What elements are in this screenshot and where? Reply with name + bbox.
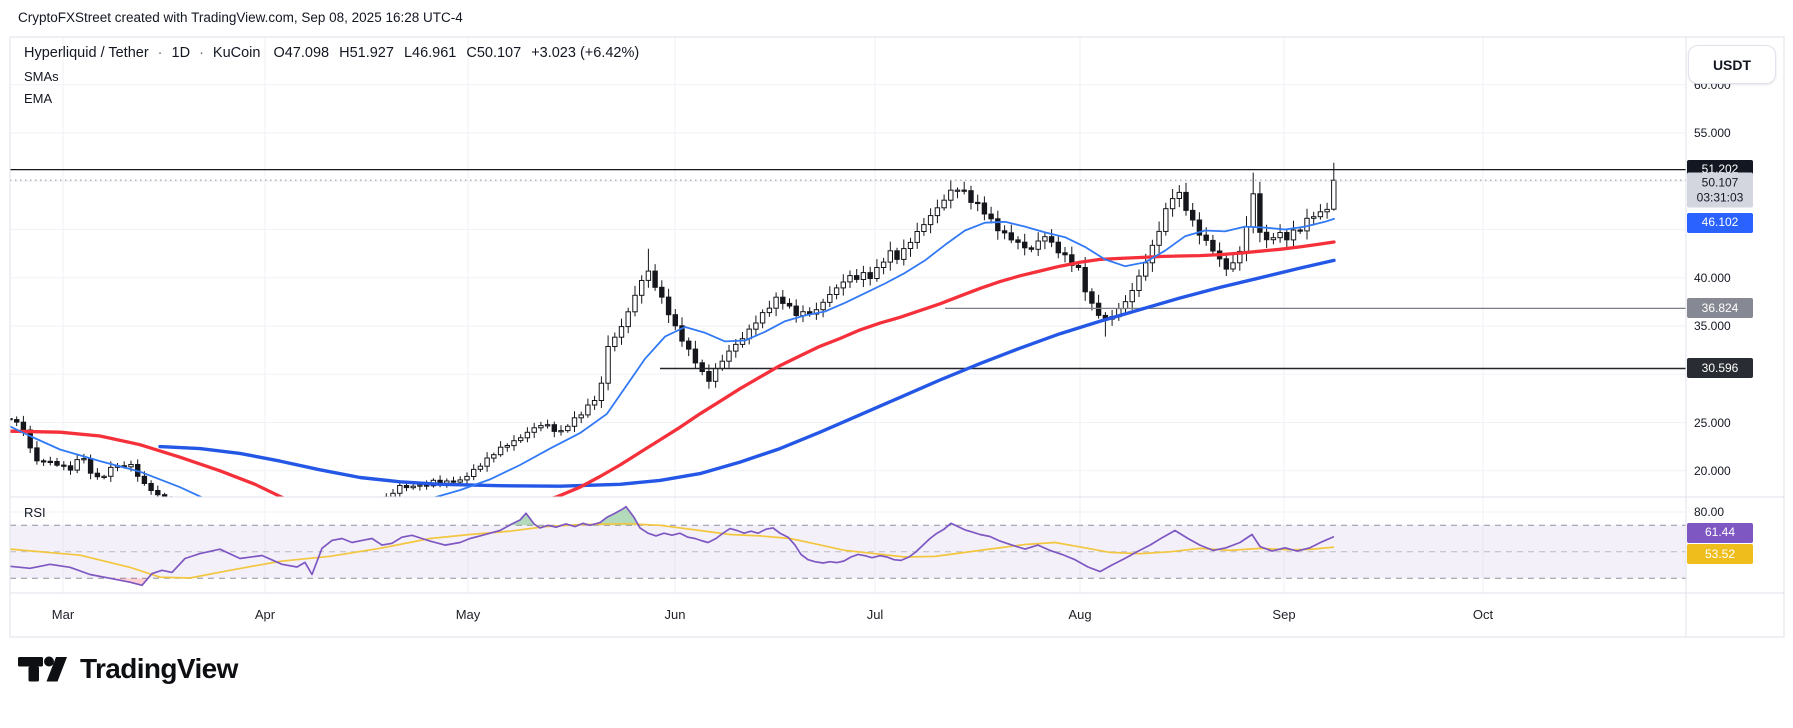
indicator-ema-label[interactable]: EMA (24, 92, 639, 105)
price-axis-label-55.000: 55.000 (1694, 126, 1731, 140)
separator-dot: · (199, 45, 204, 61)
rsi-axis-label-80.00: 80.00 (1694, 505, 1725, 519)
rsi-pane-title[interactable]: RSI (24, 505, 46, 520)
high-value: H51.927 (339, 45, 394, 61)
time-axis-label-Oct: Oct (1472, 607, 1494, 622)
price-chip-36.824: 36.824 (1687, 298, 1753, 319)
chart-legend: Hyperliquid / Tether · 1D · KuCoin O47.0… (24, 46, 639, 105)
price-chip-50.107: 50.107 03:31:03 (1687, 172, 1753, 208)
rsi-chip-53.52: 53.52 (1687, 544, 1753, 565)
tradingview-snapshot-page: CryptoFXStreet created with TradingView.… (0, 0, 1793, 728)
price-axis-label-40.000: 40.000 (1694, 270, 1731, 285)
time-axis-label-Jun: Jun (664, 607, 686, 622)
rsi-chip-61.44: 61.44 (1687, 522, 1753, 543)
close-value: C50.107 (466, 45, 522, 61)
time-axis-label-Sep: Sep (1272, 607, 1296, 622)
time-axis-label-Aug: Aug (1068, 607, 1092, 622)
interval-label[interactable]: 1D (172, 46, 191, 61)
price-axis-label-25.000: 25.000 (1694, 415, 1731, 430)
tradingview-logo[interactable]: TradingView (18, 653, 238, 685)
price-axis-label-20.000: 20.000 (1694, 463, 1731, 478)
change-value: +3.023 (+6.42%) (531, 45, 640, 61)
separator-dot: · (157, 45, 163, 61)
exchange-label[interactable]: KuCoin (213, 46, 261, 61)
time-axis-label-Jul: Jul (866, 607, 884, 622)
price-chip-46.102: 46.102 (1687, 212, 1753, 233)
tradingview-logo-text: TradingView (80, 653, 238, 684)
symbol-row[interactable]: Hyperliquid / Tether · 1D · KuCoin O47.0… (24, 46, 639, 61)
symbol-title[interactable]: Hyperliquid / Tether (24, 46, 149, 61)
tradingview-logo-icon (18, 656, 67, 682)
open-value: O47.098 (273, 45, 330, 61)
price-chip-30.596: 30.596 (1687, 358, 1753, 379)
price-axis-label-35.000: 35.000 (1694, 319, 1731, 333)
currency-unit-button[interactable]: USDT (1688, 45, 1776, 84)
time-axis-label-Apr: Apr (254, 607, 276, 622)
time-axis-label-Mar: Mar (51, 607, 75, 622)
low-value: L46.961 (403, 45, 457, 61)
time-axis-label-May: May (455, 607, 481, 622)
countdown-timer: 03:31:03 (1696, 190, 1744, 205)
ohlc-values: O47.098 H51.927 L46.961 C50.107 +3.023 (… (273, 46, 639, 61)
indicator-smas-label[interactable]: SMAs (24, 70, 639, 83)
